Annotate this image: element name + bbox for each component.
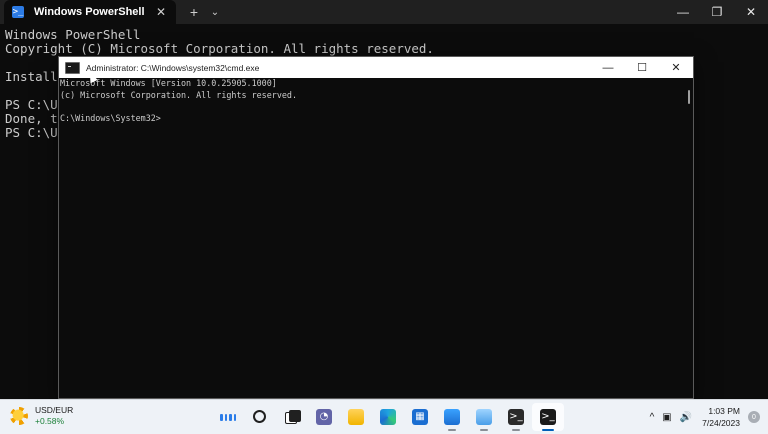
widgets-button[interactable]: USD/EUR +0.58%	[10, 404, 73, 427]
close-button[interactable]: ✕	[734, 0, 768, 24]
snipping-tool-button[interactable]	[468, 403, 500, 431]
running-indicator	[512, 429, 520, 431]
notification-badge[interactable]: 0	[748, 411, 760, 423]
network-icon[interactable]: ▣	[662, 412, 671, 423]
taskbar-apps: ◔ ▦ >_ >_	[212, 403, 564, 431]
start-button[interactable]	[212, 403, 244, 431]
chat-button[interactable]: ◔	[308, 403, 340, 431]
terminal-icon: >_	[508, 409, 524, 425]
photos-button[interactable]	[436, 403, 468, 431]
clock[interactable]: 1:03 PM 7/24/2023	[702, 405, 740, 429]
restore-button[interactable]: ❐	[700, 0, 734, 24]
windows-logo-icon	[220, 409, 236, 425]
cmd-taskbar-icon: >_	[540, 409, 556, 425]
store-icon: ▦	[412, 409, 428, 425]
cmd-scrollbar[interactable]	[683, 78, 693, 398]
task-view-icon	[284, 409, 301, 425]
cmd-window-controls: — ☐ ✕	[591, 57, 693, 78]
taskbar: USD/EUR +0.58% ◔ ▦ >_ >_ ^ ▣ 🔊 1:03 PM 7…	[0, 399, 768, 434]
ps-line: Copyright (C) Microsoft Corporation. All…	[5, 41, 434, 56]
cmd-taskbar-button[interactable]: >_	[532, 403, 564, 431]
terminal-titlebar: >_ Windows PowerShell ✕ + ⌄ — ❐ ✕	[0, 0, 768, 24]
new-tab-button[interactable]: +	[182, 0, 206, 24]
powershell-icon: >_	[12, 6, 24, 18]
tab-dropdown-button[interactable]: ⌄	[206, 0, 224, 24]
cmd-output[interactable]: Microsoft Windows [Version 10.0.25905.10…	[60, 78, 680, 124]
system-tray: ^ ▣ 🔊 1:03 PM 7/24/2023 0	[646, 403, 760, 431]
active-indicator	[542, 429, 554, 431]
sun-icon	[10, 406, 28, 425]
widget-title: USD/EUR	[35, 405, 74, 415]
cmd-icon	[65, 61, 80, 74]
clock-time: 1:03 PM	[708, 406, 740, 416]
task-view-button[interactable]	[276, 403, 308, 431]
ps-line: Windows PowerShell	[5, 27, 141, 42]
file-explorer-button[interactable]	[340, 403, 372, 431]
store-button[interactable]: ▦	[404, 403, 436, 431]
terminal-button[interactable]: >_	[500, 403, 532, 431]
volume-icon[interactable]: 🔊	[680, 412, 692, 423]
cmd-maximize-button[interactable]: ☐	[625, 57, 659, 78]
edge-button[interactable]	[372, 403, 404, 431]
cmd-line: (c) Microsoft Corporation. All rights re…	[60, 89, 297, 100]
cmd-line: Microsoft Windows [Version 10.0.25905.10…	[60, 78, 277, 88]
cmd-prompt: C:\Windows\System32>	[60, 112, 161, 123]
running-indicator	[448, 429, 456, 431]
cmd-scroll-thumb[interactable]	[688, 90, 690, 104]
edge-icon	[380, 409, 396, 425]
cmd-line	[60, 101, 680, 113]
chevron-up-icon[interactable]: ^	[650, 412, 655, 423]
minimize-button[interactable]: —	[666, 0, 700, 24]
photos-icon	[444, 409, 460, 425]
search-icon	[252, 409, 268, 425]
tab-windows-powershell[interactable]: >_ Windows PowerShell ✕	[4, 0, 176, 24]
chat-icon: ◔	[316, 409, 332, 425]
terminal-window-controls: — ❐ ✕	[666, 0, 768, 24]
clock-date: 7/24/2023	[702, 418, 740, 428]
tab-close-icon[interactable]: ✕	[156, 5, 166, 19]
widget-text: USD/EUR +0.58%	[35, 404, 73, 427]
running-indicator	[480, 429, 488, 431]
snipping-tool-icon	[476, 409, 492, 425]
folder-icon	[348, 409, 364, 425]
cmd-titlebar[interactable]: Administrator: C:\Windows\system32\cmd.e…	[59, 57, 693, 78]
tab-title: Windows PowerShell	[34, 6, 145, 18]
widget-change: +0.58%	[35, 416, 65, 426]
cmd-minimize-button[interactable]: —	[591, 57, 625, 78]
cmd-close-button[interactable]: ✕	[659, 57, 693, 78]
cmd-window[interactable]: Administrator: C:\Windows\system32\cmd.e…	[58, 56, 694, 399]
search-button[interactable]	[244, 403, 276, 431]
cmd-window-title: Administrator: C:\Windows\system32\cmd.e…	[86, 62, 260, 73]
